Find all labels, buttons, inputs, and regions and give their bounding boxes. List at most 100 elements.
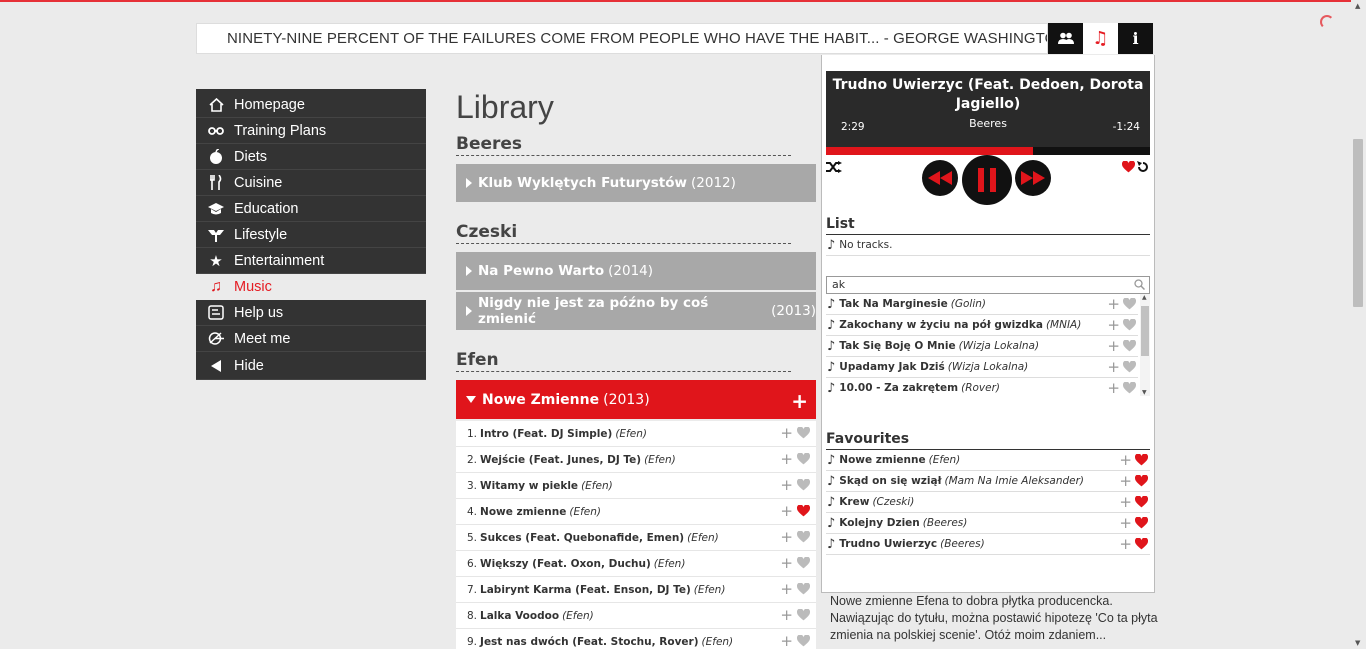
add-to-list-icon[interactable]: +	[780, 634, 793, 649]
track-row[interactable]: 5. Sukces (Feat. Quebonafide, Emen) (Efen)…	[456, 525, 816, 551]
heart-icon[interactable]	[1135, 517, 1148, 529]
menu-item-hide[interactable]: Hide	[196, 352, 426, 380]
heart-icon[interactable]	[1135, 538, 1148, 550]
favourite-item[interactable]: ♪ Kolejny Dzien (Beeres) +	[826, 513, 1150, 534]
music-button[interactable]: ♫	[1083, 23, 1118, 54]
users-button[interactable]	[1048, 23, 1083, 54]
album-item[interactable]: Klub Wyklętych Futurystów (2012)	[456, 164, 816, 202]
album-item[interactable]: Na Pewno Warto (2014)	[456, 252, 816, 290]
album-item-open[interactable]: Nowe Zmienne (2013) +	[456, 380, 816, 419]
track-row[interactable]: 6. Większy (Feat. Oxon, Duchu) (Efen) +	[456, 551, 816, 577]
heart-icon[interactable]	[1135, 454, 1148, 466]
menu-item-lifestyle[interactable]: Lifestyle	[196, 222, 426, 248]
add-to-list-icon[interactable]: +	[1119, 453, 1132, 468]
add-to-list-icon[interactable]: +	[780, 530, 793, 545]
add-to-list-icon[interactable]: +	[1119, 516, 1132, 531]
search-result-item[interactable]: ♪ 10.00 - Za zakrętem (Rover) +	[826, 378, 1138, 396]
add-to-list-icon[interactable]: +	[1119, 495, 1132, 510]
heart-icon[interactable]	[1123, 298, 1136, 310]
heart-icon[interactable]	[797, 505, 810, 517]
add-to-list-icon[interactable]: +	[780, 452, 793, 467]
heart-icon[interactable]	[797, 479, 810, 491]
add-to-list-icon[interactable]: +	[780, 426, 793, 441]
music-note-icon: ♪	[827, 237, 836, 253]
search-result-item[interactable]: ♪ Tak Na Marginesie (Golin) +	[826, 294, 1138, 315]
track-row[interactable]: 2. Wejście (Feat. Junes, DJ Te) (Efen) +	[456, 447, 816, 473]
menu-item-training-plans[interactable]: Training Plans	[196, 118, 426, 144]
info-button[interactable]: i	[1118, 23, 1153, 54]
page-scrollbar[interactable]: ▲ ▼	[1351, 0, 1366, 649]
heart-icon[interactable]	[797, 453, 810, 465]
heart-icon[interactable]	[797, 583, 810, 595]
search-result-item[interactable]: ♪ Zakochany w życiu na pół gwizdka (MNIA) +	[826, 315, 1138, 336]
track-row[interactable]: 1. Intro (Feat. DJ Simple) (Efen) +	[456, 421, 816, 447]
search-input[interactable]: ak	[826, 276, 1150, 294]
music-note-icon: ♪	[827, 338, 836, 354]
heart-icon[interactable]	[797, 427, 810, 439]
add-to-list-icon[interactable]: +	[1107, 318, 1120, 333]
shuffle-icon[interactable]	[826, 161, 842, 173]
search-result-item[interactable]: ♪ Tak Się Boję O Mnie (Wizja Lokalna) +	[826, 336, 1138, 357]
favourite-item[interactable]: ♪ Nowe zmienne (Efen) +	[826, 450, 1150, 471]
track-row[interactable]: 8. Lalka Voodoo (Efen) +	[456, 603, 816, 629]
add-to-list-icon[interactable]: +	[780, 504, 793, 519]
menu-item-homepage[interactable]: Homepage	[196, 89, 426, 118]
heart-icon[interactable]	[797, 635, 810, 647]
menu-item-meet-me[interactable]: Meet me	[196, 326, 426, 352]
add-to-list-icon[interactable]: +	[780, 608, 793, 623]
add-to-list-icon[interactable]: +	[1107, 381, 1120, 396]
menu-item-label: Hide	[234, 357, 264, 374]
music-note-icon: ♪	[827, 494, 836, 510]
heart-icon[interactable]	[797, 609, 810, 621]
main-menu: Homepage Training Plans Diets Cuisine Educat…	[196, 89, 426, 380]
track-row[interactable]: 7. Labirynt Karma (Feat. Enson, DJ Te) (Ef…	[456, 577, 816, 603]
track-title: Trudno Uwierzyc (Feat. Dedoen, Dorota Ja…	[832, 77, 1144, 112]
music-note-icon: ♪	[827, 473, 836, 489]
next-button[interactable]	[1015, 160, 1051, 196]
library: Library Beeres Klub Wyklętych Futurystów…	[456, 89, 816, 649]
heart-icon[interactable]	[1123, 319, 1136, 331]
add-to-list-icon[interactable]: +	[780, 556, 793, 571]
menu-item-help-us[interactable]: Help us	[196, 300, 426, 326]
heart-icon[interactable]	[1122, 161, 1135, 173]
heart-icon[interactable]	[797, 557, 810, 569]
favourite-item[interactable]: ♪ Krew (Czeski) +	[826, 492, 1150, 513]
heart-icon[interactable]	[1135, 496, 1148, 508]
album-item[interactable]: Nigdy nie jest za późno by coś zmienić (2…	[456, 292, 816, 330]
search-result-item[interactable]: ♪ Upadamy Jak Dziś (Wizja Lokalna) +	[826, 357, 1138, 378]
menu-item-music[interactable]: ♫ Music	[196, 274, 426, 300]
add-to-list-icon[interactable]: +	[1107, 360, 1120, 375]
add-album-icon[interactable]: +	[791, 389, 808, 413]
menu-item-label: Education	[234, 200, 299, 217]
favourite-item[interactable]: ♪ Trudno Uwierzyc (Beeres) +	[826, 534, 1150, 555]
menu-item-education[interactable]: Education	[196, 196, 426, 222]
repeat-icon[interactable]	[1137, 161, 1149, 173]
heart-icon[interactable]	[1123, 340, 1136, 352]
progress-bar[interactable]	[826, 147, 1150, 155]
menu-item-cuisine[interactable]: Cuisine	[196, 170, 426, 196]
previous-button[interactable]	[922, 160, 958, 196]
track-row[interactable]: 3. Witamy w piekle (Efen) +	[456, 473, 816, 499]
heart-icon[interactable]	[1135, 475, 1148, 487]
track-row[interactable]: 4. Nowe zmienne (Efen) +	[456, 499, 816, 525]
track-row[interactable]: 9. Jest nas dwóch (Feat. Stochu, Rover) (E…	[456, 629, 816, 649]
pause-button[interactable]	[962, 155, 1012, 205]
add-to-list-icon[interactable]: +	[1119, 474, 1132, 489]
results-scrollbar[interactable]: ▲ ▼	[1140, 294, 1150, 396]
menu-item-entertainment[interactable]: ★ Entertainment	[196, 248, 426, 274]
add-to-list-icon[interactable]: +	[1107, 339, 1120, 354]
heart-icon[interactable]	[1123, 382, 1136, 394]
add-to-list-icon[interactable]: +	[780, 478, 793, 493]
menu-item-diets[interactable]: Diets	[196, 144, 426, 170]
heart-icon[interactable]	[1123, 361, 1136, 373]
add-to-list-icon[interactable]: +	[1119, 537, 1132, 552]
star-icon: ★	[209, 252, 223, 270]
list-heading: List	[826, 215, 1150, 235]
add-to-list-icon[interactable]: +	[1107, 297, 1120, 312]
search-results[interactable]: ♪ Tak Na Marginesie (Golin) + ♪ Zakochany w ż…	[822, 294, 1154, 396]
add-to-list-icon[interactable]: +	[780, 582, 793, 597]
favourite-item[interactable]: ♪ Skąd on się wziął (Mam Na Imie Aleksande…	[826, 471, 1150, 492]
music-note-icon: ♪	[827, 515, 836, 531]
now-playing: Trudno Uwierzyc (Feat. Dedoen, Dorota Ja…	[826, 71, 1150, 155]
heart-icon[interactable]	[797, 531, 810, 543]
